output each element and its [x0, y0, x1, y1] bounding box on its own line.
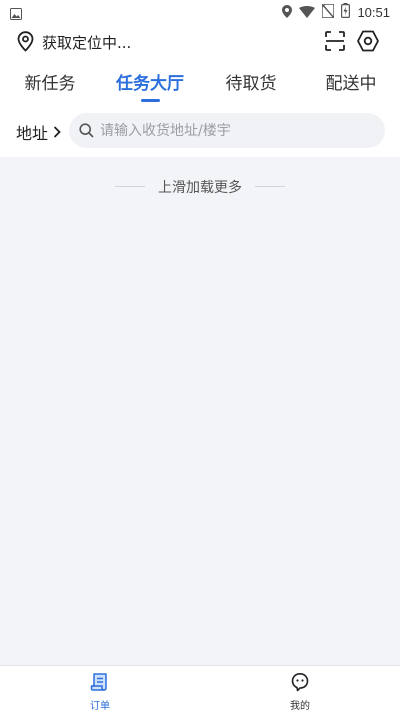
nav-item-orders[interactable]: 订单	[60, 672, 140, 712]
load-more-text: 上滑加载更多	[158, 179, 242, 196]
location-text[interactable]: 获取定位中...	[42, 32, 131, 53]
task-tabs: 新任务 任务大厅 待取货 配送中	[0, 62, 400, 102]
divider	[114, 186, 145, 187]
tab-active-indicator	[141, 99, 160, 102]
nav-item-profile[interactable]: 我的	[260, 672, 340, 712]
map-pin-icon	[17, 31, 34, 56]
settings-icon[interactable]	[356, 29, 380, 53]
task-list[interactable]: 上滑加载更多	[0, 157, 400, 665]
search-box[interactable]	[69, 113, 385, 148]
load-more-hint: 上滑加载更多	[0, 176, 400, 197]
profile-icon	[260, 672, 340, 696]
search-icon	[79, 123, 94, 142]
nav-label-orders: 订单	[90, 701, 110, 712]
battery-charging-icon	[341, 2, 351, 22]
tab-task-hall[interactable]: 任务大厅	[116, 69, 184, 94]
wifi-icon	[299, 3, 316, 22]
filter-row: 地址	[0, 110, 400, 150]
scan-icon[interactable]	[323, 29, 347, 53]
chevron-right-icon	[53, 123, 61, 142]
address-filter-button[interactable]: 地址	[16, 120, 61, 144]
tab-pending-pickup[interactable]: 待取货	[226, 69, 277, 94]
tab-new-task[interactable]: 新任务	[25, 69, 76, 94]
divider	[255, 186, 286, 187]
address-search-input[interactable]	[100, 113, 370, 148]
location-icon	[282, 3, 293, 22]
location-bar: 获取定位中...	[0, 24, 400, 60]
status-time: 10:51	[357, 4, 390, 20]
order-icon	[60, 672, 140, 696]
nav-label-profile: 我的	[290, 701, 310, 712]
status-bar: 10:51	[0, 0, 400, 24]
bottom-nav: 订单 我的	[0, 665, 400, 712]
tab-delivering[interactable]: 配送中	[326, 69, 377, 94]
no-sim-icon	[321, 2, 336, 22]
image-icon	[10, 5, 22, 20]
address-filter-label: 地址	[16, 124, 49, 143]
